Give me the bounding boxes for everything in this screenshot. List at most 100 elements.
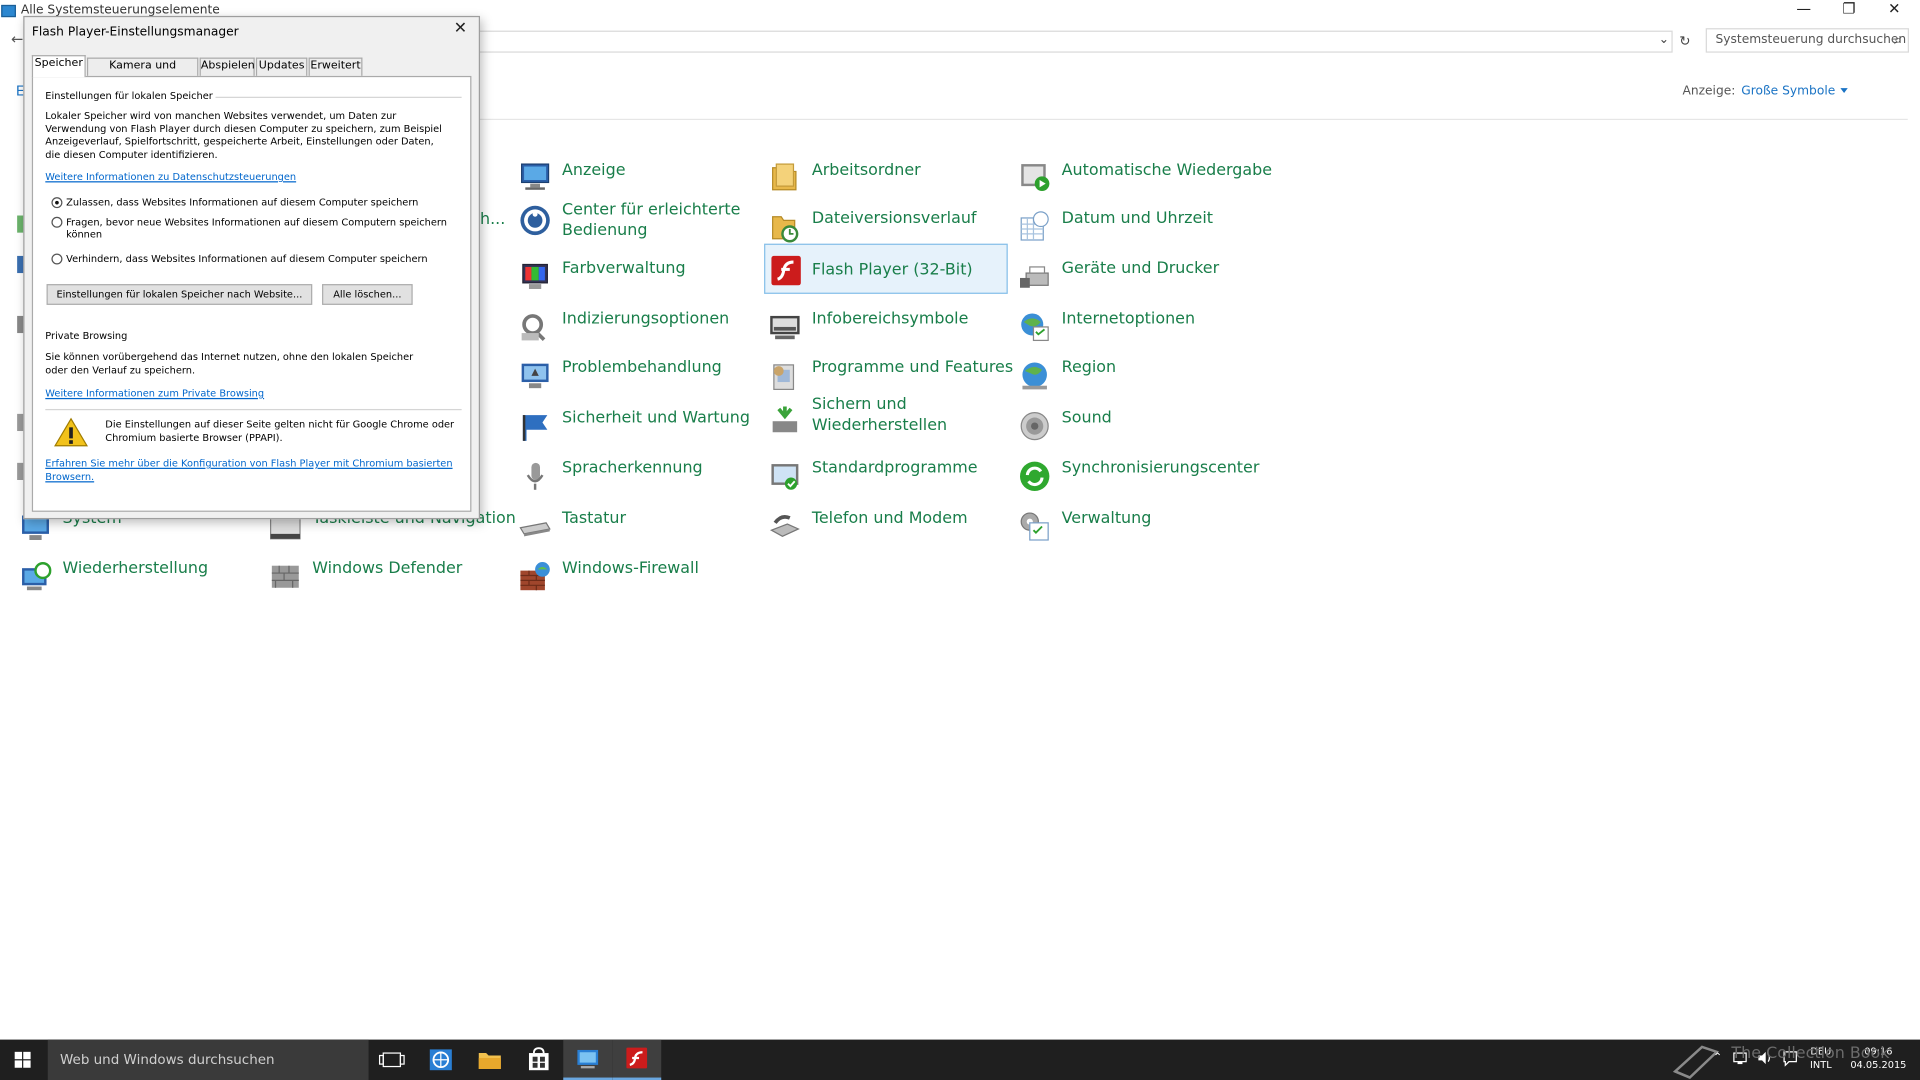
- tab-speicher[interactable]: Speicher: [31, 55, 86, 78]
- item-label: Spracherkennung: [562, 459, 703, 478]
- warning-divider: [45, 408, 462, 411]
- chromium-config-link[interactable]: Erfahren Sie mehr über die Konfiguration…: [45, 458, 452, 471]
- item-verwaltung[interactable]: Verwaltung: [1019, 508, 1264, 557]
- item-windows-firewall[interactable]: Windows-Firewall: [519, 558, 752, 607]
- item-arbeitsordner[interactable]: Arbeitsordner: [769, 158, 1002, 207]
- dialog-close-icon[interactable]: ✕: [448, 18, 472, 42]
- item-sound[interactable]: Sound: [1019, 408, 1264, 457]
- phone-modem-icon: [769, 515, 800, 538]
- control-panel-taskbar-icon[interactable]: [563, 1039, 613, 1080]
- radio-ask[interactable]: [51, 216, 63, 228]
- view-selector[interactable]: Große Symbole: [1741, 84, 1848, 98]
- item-label: Wiederherstellung: [62, 559, 209, 578]
- backup-restore-icon: [772, 406, 798, 433]
- private-browsing-link[interactable]: Weitere Informationen zum Private Browsi…: [45, 388, 264, 401]
- item-windows-defender[interactable]: Windows Defender: [269, 558, 502, 607]
- keyboard-icon: [519, 522, 551, 537]
- item-label: Datum und Uhrzeit: [1061, 209, 1213, 228]
- autoplay-icon: [1021, 164, 1050, 192]
- item-synchronisierungscenter[interactable]: Synchronisierungscenter: [1019, 458, 1264, 507]
- item-infobereichsymbole[interactable]: Infobereichsymbole: [769, 309, 1002, 358]
- item-label: Sichern und: [811, 395, 907, 414]
- radio-ask-label: Fragen, bevor neue Websites Informatione…: [66, 216, 447, 228]
- administrative-tools-icon: [1020, 512, 1049, 541]
- item-label: Dateiversionsverlauf: [811, 209, 977, 228]
- per-site-settings-button[interactable]: Einstellungen für lokalen Speicher nach …: [46, 284, 313, 305]
- item-tastatur[interactable]: Tastatur: [519, 508, 752, 557]
- item-center-erleichterte-bedienung[interactable]: Center für erleichterte Bedienung: [519, 200, 752, 249]
- storage-panel: Einstellungen für lokalen Speicher Lokal…: [31, 75, 472, 512]
- private-browsing-heading: Private Browsing: [45, 330, 128, 342]
- work-folders-icon: [772, 163, 797, 191]
- item-region[interactable]: Region: [1019, 358, 1264, 407]
- address-field[interactable]: ⌄: [465, 30, 1673, 53]
- security-maintenance-icon: [522, 415, 548, 441]
- item-automatische-wiedergabe[interactable]: Automatische Wiedergabe: [1019, 158, 1272, 207]
- tray-chevron-icon[interactable]: ⌃: [1713, 1052, 1722, 1064]
- sync-center-icon: [1020, 461, 1050, 492]
- item-label: Problembehandlung: [562, 358, 722, 378]
- display-icon: [521, 163, 550, 190]
- flash-player-icon: [771, 255, 801, 286]
- item-label: Farbverwaltung: [562, 259, 686, 278]
- tab-kamera-mikrofon[interactable]: Kamera und Mikrofon: [86, 57, 199, 88]
- restore-button[interactable]: ❐: [1827, 0, 1871, 21]
- local-storage-desc-1: Lokaler Speicher wird von manchen Websit…: [45, 110, 397, 122]
- tab-abspielen[interactable]: Abspielen: [199, 57, 255, 76]
- search-input[interactable]: Systemsteuerung durchsuchen ⌕: [1705, 28, 1909, 53]
- item-label: Automatische Wiedergabe: [1061, 161, 1273, 181]
- windows-start-icon[interactable]: [0, 1040, 47, 1080]
- item-label-line2: Bedienung: [562, 221, 648, 241]
- item-label: Center für erleichterte: [562, 200, 741, 220]
- file-history-icon: [772, 216, 799, 243]
- item-standardprogramme[interactable]: Standardprogramme: [769, 458, 1002, 507]
- minimize-button[interactable]: —: [1782, 0, 1826, 21]
- search-icon[interactable]: ⌕: [1894, 32, 1902, 49]
- chevron-down-icon[interactable]: ⌄: [1659, 33, 1669, 46]
- tab-erweitert[interactable]: Erweitert: [308, 57, 363, 76]
- radio-block[interactable]: [51, 253, 63, 265]
- item-label: Telefon und Modem: [811, 509, 968, 528]
- ease-of-access-icon: [520, 205, 550, 236]
- item-sicherheit-und-wartung[interactable]: Sicherheit und Wartung: [519, 408, 752, 457]
- item-geraete-und-drucker[interactable]: Geräte und Drucker: [1019, 258, 1264, 307]
- item-wiederherstellung[interactable]: Wiederherstellung: [20, 558, 253, 607]
- radio-allow-label: Zulassen, dass Websites Informationen au…: [66, 196, 419, 208]
- flash-taskbar-icon[interactable]: [612, 1039, 662, 1080]
- warning-text-1: Die Einstellungen auf dieser Seite gelte…: [105, 418, 455, 430]
- date-time-icon: [1020, 211, 1049, 241]
- control-panel-icon: [1, 4, 16, 18]
- region-icon: [1022, 362, 1047, 390]
- search-placeholder: Systemsteuerung durchsuchen: [1715, 33, 1907, 47]
- taskbar-search-placeholder: Web und Windows durchsuchen: [60, 1051, 275, 1068]
- refresh-icon[interactable]: ↻: [1675, 31, 1695, 53]
- warning-text-2: Chromium basierte Browser (PPAPI).: [105, 431, 283, 443]
- tab-updates[interactable]: Updates: [255, 57, 308, 76]
- item-datum-und-uhrzeit[interactable]: Datum und Uhrzeit: [1019, 208, 1264, 257]
- item-flash-player[interactable]: Flash Player (32-Bit): [764, 243, 1008, 294]
- item-problembehandlung[interactable]: Problembehandlung: [519, 358, 752, 407]
- chromium-config-link-2[interactable]: Browsern.: [45, 471, 94, 484]
- task-view-icon[interactable]: [367, 1040, 416, 1080]
- browser-icon[interactable]: [416, 1040, 465, 1080]
- store-icon[interactable]: [514, 1040, 563, 1080]
- privacy-controls-link[interactable]: Weitere Informationen zu Datenschutzsteu…: [45, 171, 296, 184]
- item-farbverwaltung[interactable]: Farbverwaltung: [519, 258, 752, 307]
- radio-block-label: Verhindern, dass Websites Informationen …: [66, 252, 428, 264]
- item-label: Flash Player (32-Bit): [811, 260, 973, 280]
- item-indizierungsoptionen[interactable]: Indizierungsoptionen: [519, 309, 752, 358]
- taskbar-search-input[interactable]: Web und Windows durchsuchen: [47, 1039, 369, 1080]
- close-window-button[interactable]: ✕: [1872, 0, 1916, 21]
- delete-all-button[interactable]: Alle löschen...: [322, 284, 413, 305]
- item-label-line2: Wiederherstellen: [811, 416, 948, 435]
- taskbar: Web und Windows durchsuchen ⌃ DEU INTL 0…: [0, 1039, 1920, 1080]
- devices-printers-icon: [1020, 266, 1049, 288]
- item-spracherkennung[interactable]: Spracherkennung: [519, 458, 752, 507]
- item-internetoptionen[interactable]: Internetoptionen: [1019, 309, 1264, 358]
- recovery-icon: [22, 562, 52, 591]
- dialog-title: Flash Player-Einstellungsmanager: [31, 25, 239, 40]
- item-telefon-und-modem[interactable]: Telefon und Modem: [769, 508, 1002, 557]
- file-explorer-icon[interactable]: [465, 1040, 514, 1080]
- radio-allow[interactable]: [51, 197, 63, 209]
- item-sichern-und-wiederherstellen[interactable]: Sichern und Wiederherstellen: [769, 394, 1002, 443]
